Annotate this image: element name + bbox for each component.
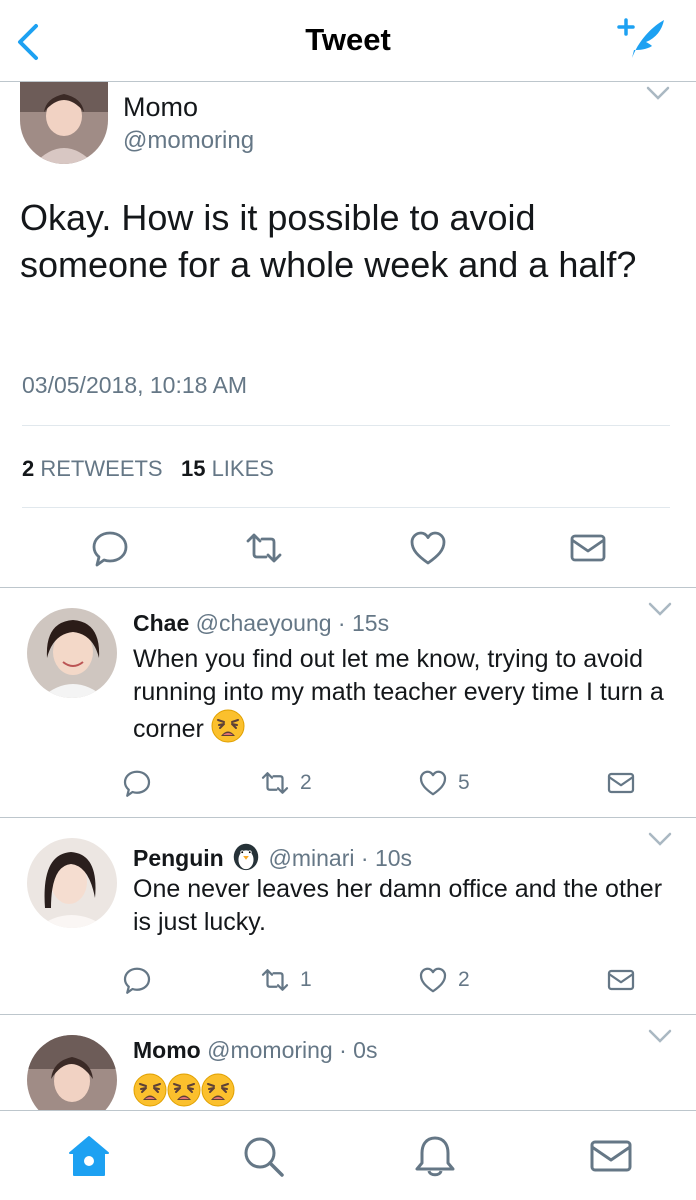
like-stat[interactable]: 15 LIKES	[181, 456, 274, 481]
reply-actions: 1 2	[0, 963, 696, 997]
reply-header: Chae @chaeyoung · 15s	[133, 610, 390, 636]
avatar[interactable]	[27, 608, 117, 698]
reply-author-name[interactable]: Chae	[133, 610, 189, 636]
messages-icon[interactable]	[588, 1133, 634, 1179]
compose-tweet-icon[interactable]	[616, 16, 668, 62]
tab-bar	[0, 1110, 696, 1200]
dm-button[interactable]	[605, 963, 637, 997]
reply-author-handle[interactable]: @momoring	[207, 1037, 333, 1063]
home-icon[interactable]	[66, 1133, 112, 1179]
like-count: 2	[458, 968, 470, 991]
like-button[interactable]: 2	[418, 963, 470, 997]
retweet-button[interactable]: 2	[260, 766, 312, 800]
reply-header: Penguin @minari · 10s	[133, 840, 412, 872]
dm-icon[interactable]	[568, 528, 608, 568]
reply-time: 15s	[351, 610, 390, 636]
tweet-stats: 2 RETWEETS 15 LIKES	[22, 456, 274, 482]
reply-text: One never leaves her damn office and the…	[133, 875, 663, 936]
retweet-icon[interactable]	[260, 768, 290, 798]
divider	[22, 425, 670, 426]
reply-icon[interactable]	[122, 965, 152, 995]
weary-face-emoji	[201, 1073, 235, 1107]
weary-face-emoji	[211, 709, 245, 743]
retweet-icon[interactable]	[260, 965, 290, 995]
tweet-timestamp: 03/05/2018, 10:18 AM	[22, 372, 248, 398]
retweet-icon[interactable]	[244, 528, 284, 568]
chevron-down-icon[interactable]	[648, 602, 672, 616]
like-icon[interactable]	[408, 528, 448, 568]
dm-button[interactable]	[605, 766, 637, 800]
retweet-stat[interactable]: 2 RETWEETS	[22, 456, 163, 481]
reply-time: 10s	[374, 845, 413, 871]
like-icon[interactable]	[418, 768, 448, 798]
reply-button[interactable]	[122, 963, 152, 997]
chevron-down-icon[interactable]	[646, 86, 670, 100]
retweet-button[interactable]: 1	[260, 963, 312, 997]
avatar[interactable]	[27, 1035, 117, 1110]
reply-author-name[interactable]: Momo	[133, 1037, 201, 1063]
reply-icon[interactable]	[122, 768, 152, 798]
notifications-icon[interactable]	[412, 1133, 458, 1179]
author-handle[interactable]: @momoring	[123, 127, 254, 155]
retweet-count: 2	[300, 771, 312, 794]
search-icon[interactable]	[240, 1133, 286, 1179]
divider	[22, 507, 670, 508]
reply-text: When you find out let me know, trying to…	[133, 645, 664, 743]
reply-time: 0s	[353, 1037, 378, 1063]
like-button[interactable]: 5	[418, 766, 470, 800]
weary-face-emoji	[167, 1073, 201, 1107]
reply-text	[133, 1073, 673, 1110]
author-name[interactable]: Momo	[123, 92, 198, 123]
avatar[interactable]	[27, 838, 117, 928]
weary-face-emoji	[133, 1073, 167, 1107]
like-icon[interactable]	[418, 965, 448, 995]
navigation-bar: Tweet	[0, 0, 696, 82]
reply-tweet[interactable]: Momo @momoring · 0s	[0, 1015, 696, 1110]
reply-actions: 2 5	[0, 766, 696, 800]
reply-tweet[interactable]: Chae @chaeyoung · 15s When you find out …	[0, 588, 696, 818]
reply-icon[interactable]	[90, 528, 130, 568]
chevron-down-icon[interactable]	[648, 1029, 672, 1043]
reply-button[interactable]	[122, 766, 152, 800]
dm-icon[interactable]	[605, 965, 637, 995]
tweet-actions	[0, 528, 696, 568]
like-count: 5	[458, 771, 470, 794]
main-tweet: Momo @momoring Okay. How is it possible …	[0, 82, 696, 588]
reply-author-handle[interactable]: @chaeyoung	[196, 610, 332, 636]
avatar[interactable]	[20, 82, 108, 164]
reply-tweet[interactable]: Penguin @minari · 10s One never leaves h…	[0, 818, 696, 1015]
tweet-text: Okay. How is it possible to avoid someon…	[20, 197, 637, 285]
dm-icon[interactable]	[605, 768, 637, 798]
retweet-count: 1	[300, 968, 312, 991]
reply-author-name[interactable]: Penguin	[133, 845, 224, 871]
reply-header: Momo @momoring · 0s	[133, 1037, 378, 1063]
chevron-down-icon[interactable]	[648, 832, 672, 846]
reply-author-handle[interactable]: @minari	[269, 845, 355, 871]
penguin-emoji	[230, 840, 262, 872]
page-title: Tweet	[305, 22, 391, 57]
